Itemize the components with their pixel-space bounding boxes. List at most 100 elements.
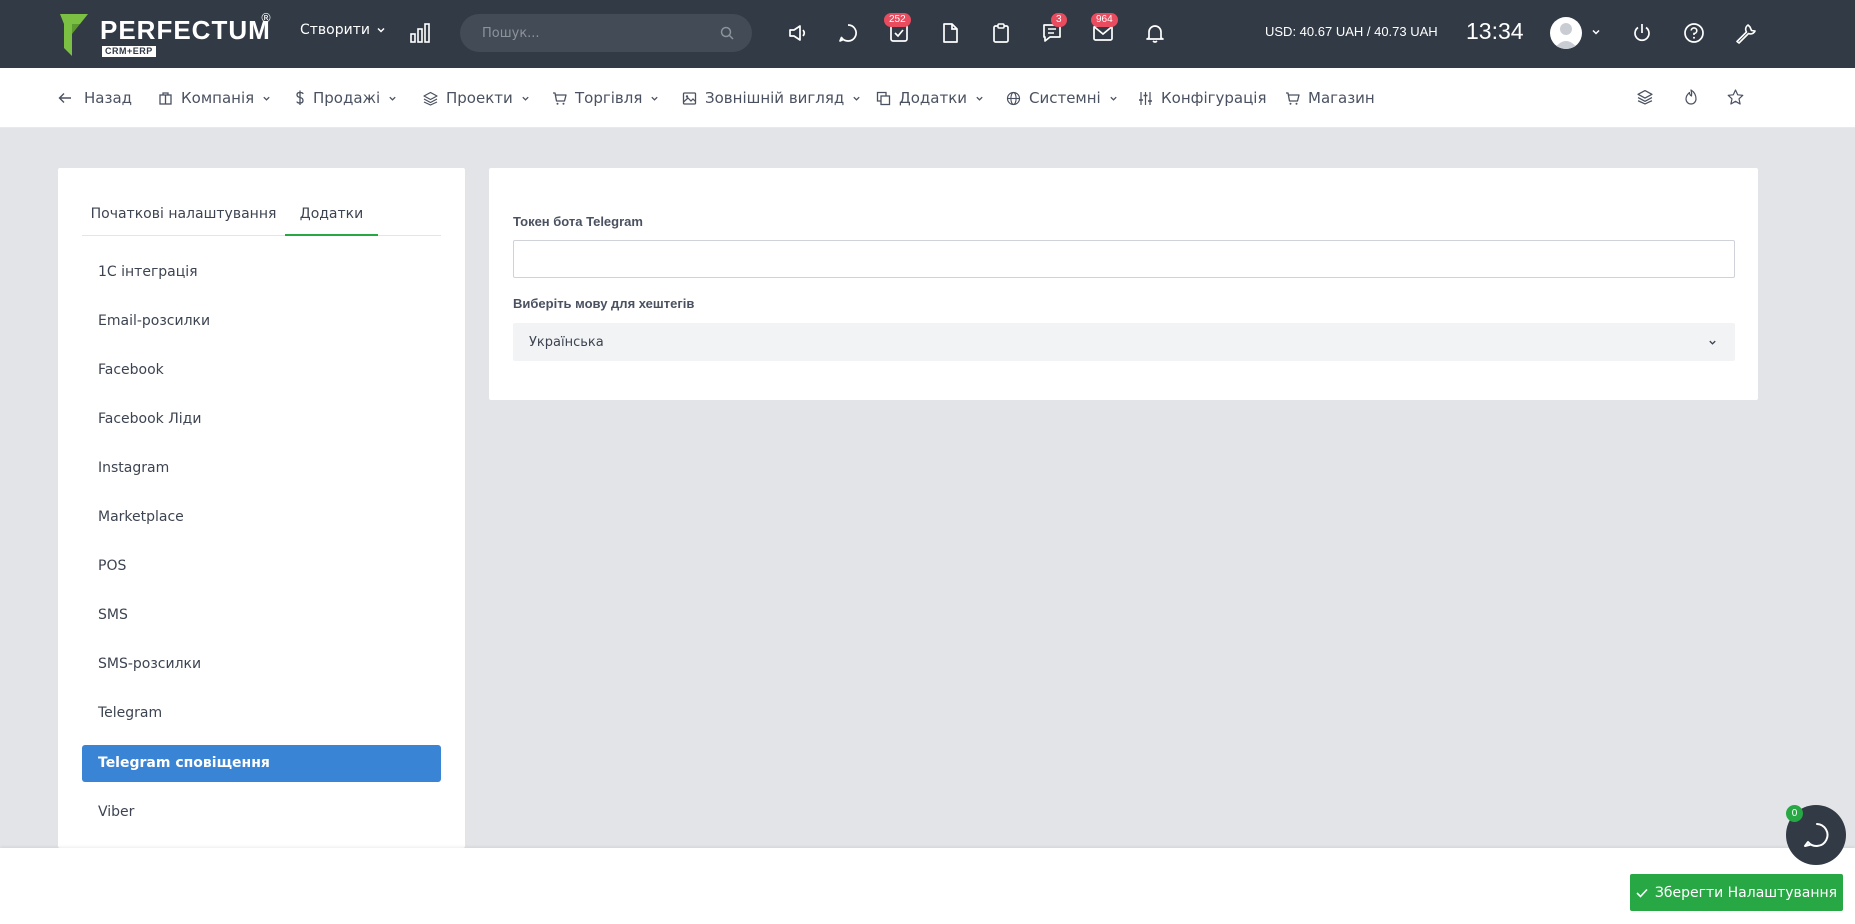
nav-trade-label: Торгівля xyxy=(575,89,643,107)
nav-sales[interactable]: Продажі xyxy=(295,89,397,107)
star-icon[interactable] xyxy=(1727,89,1744,105)
brand-name: PERFECTUM xyxy=(100,15,271,45)
bell-icon[interactable] xyxy=(1144,22,1166,44)
save-settings-label: Зберегти Налаштування xyxy=(1654,884,1838,901)
nav-company-label: Компанія xyxy=(181,89,255,107)
globe-icon xyxy=(1006,91,1021,105)
chevron-down-icon xyxy=(377,27,385,33)
nav-appearance-label: Зовнішній вигляд xyxy=(705,89,845,107)
sidebar-item-instagram[interactable]: Instagram xyxy=(82,450,441,487)
arrow-left-icon xyxy=(58,93,71,103)
token-label: Токен бота Telegram xyxy=(513,214,643,229)
sidebar-item-sms[interactable]: SMS xyxy=(82,597,441,634)
currency-rate: USD: 40.67 UAH / 40.73 UAH xyxy=(1265,24,1438,39)
nav-projects[interactable]: Проекти xyxy=(423,89,530,107)
telegram-settings-card: Токен бота Telegram Виберіть мову для хе… xyxy=(489,168,1758,400)
settings-tabs: Початкові налаштування Додатки xyxy=(82,192,441,236)
layers-icon xyxy=(423,91,438,106)
dollar-icon xyxy=(296,90,304,105)
mail-button[interactable]: 964 xyxy=(1091,13,1118,44)
avatar[interactable] xyxy=(1550,17,1582,49)
search-box xyxy=(460,14,752,52)
settings-sidebar-card: Початкові налаштування Додатки 1С інтегр… xyxy=(58,168,465,848)
token-input[interactable] xyxy=(513,240,1735,278)
nav-config-label: Конфігурація xyxy=(1161,89,1267,107)
sidebar-item-marketplace[interactable]: Marketplace xyxy=(82,499,441,536)
nav-config[interactable]: Конфігурація xyxy=(1138,89,1267,107)
sidebar-item-1c[interactable]: 1С інтеграція xyxy=(82,254,441,291)
sidebar-item-facebook[interactable]: Facebook xyxy=(82,352,441,389)
help-icon[interactable] xyxy=(1683,22,1705,44)
tasks-badge: 252 xyxy=(884,13,911,27)
sidebar-item-telegram-notifications[interactable]: Telegram сповіщення xyxy=(82,745,441,782)
mail-badge: 964 xyxy=(1091,13,1118,27)
sidebar-item-facebook-leads[interactable]: Facebook Ліди xyxy=(82,401,441,438)
stats-icon[interactable] xyxy=(410,23,432,43)
nav-back[interactable]: Назад xyxy=(58,89,132,107)
tasks-button[interactable]: 252 xyxy=(884,13,911,44)
nav-sales-label: Продажі xyxy=(313,89,381,107)
building-icon xyxy=(159,91,172,105)
language-select-value: Українська xyxy=(529,334,604,350)
user-icon xyxy=(1554,23,1578,49)
chat-icon[interactable] xyxy=(837,22,859,44)
nav-system-label: Системні xyxy=(1029,89,1101,107)
brand-subtitle: CRM+ERP xyxy=(102,46,156,57)
cart-icon xyxy=(553,91,567,105)
copy-icon xyxy=(876,91,891,105)
create-label: Створити xyxy=(300,22,370,38)
sidebar-item-sms-campaigns[interactable]: SMS-розсилки xyxy=(82,646,441,683)
sidebar-item-email-campaigns[interactable]: Email-розсилки xyxy=(82,303,441,340)
nav-appearance[interactable]: Зовнішній вигляд xyxy=(682,89,861,107)
chevron-down-icon xyxy=(389,96,396,101)
nav-system[interactable]: Системні xyxy=(1006,89,1118,107)
chevron-down-icon[interactable] xyxy=(1591,27,1601,37)
nav-shop[interactable]: Магазин xyxy=(1285,89,1375,107)
layers-icon[interactable] xyxy=(1637,89,1653,105)
perfectum-logo-icon xyxy=(60,14,88,56)
create-button[interactable]: Створити xyxy=(300,22,386,38)
tab-initial-settings[interactable]: Початкові налаштування xyxy=(82,192,285,236)
messages-button[interactable]: 3 xyxy=(1041,13,1067,44)
power-icon[interactable] xyxy=(1631,22,1653,44)
nav-bar: Назад Компанія Продажі Проекти Торгівля … xyxy=(0,68,1855,128)
wrench-icon[interactable] xyxy=(1734,22,1756,44)
tab-addons[interactable]: Додатки xyxy=(285,192,378,236)
language-label: Виберіть мову для хештегів xyxy=(513,296,695,311)
chevron-down-icon xyxy=(522,96,529,101)
nav-projects-label: Проекти xyxy=(446,89,513,107)
chevron-down-icon xyxy=(651,96,659,101)
check-icon xyxy=(1636,888,1648,898)
chevron-down-icon xyxy=(1110,96,1117,101)
megaphone-icon[interactable] xyxy=(787,22,809,44)
clipboard-icon[interactable] xyxy=(990,22,1012,44)
messages-badge: 3 xyxy=(1051,13,1067,27)
chevron-down-icon xyxy=(976,96,983,101)
brand-registered: ® xyxy=(260,11,272,25)
image-icon xyxy=(682,91,697,105)
nav-shop-label: Магазин xyxy=(1308,89,1375,107)
top-bar: PERFECTUM ® CRM+ERP Створити 252 xyxy=(0,0,1855,68)
sidebar-item-telegram[interactable]: Telegram xyxy=(82,695,441,732)
perfectum-logo[interactable]: PERFECTUM ® CRM+ERP xyxy=(58,11,273,57)
language-select[interactable]: Українська xyxy=(513,323,1735,361)
bottom-action-bar: Зберегти Налаштування xyxy=(0,848,1855,924)
nav-addons[interactable]: Додатки xyxy=(876,89,984,107)
cart-icon xyxy=(1286,91,1300,105)
flame-icon[interactable] xyxy=(1683,89,1699,105)
nav-trade[interactable]: Торгівля xyxy=(552,89,659,107)
sidebar-item-viber[interactable]: Viber xyxy=(82,794,441,831)
nav-company[interactable]: Компанія xyxy=(158,89,271,107)
file-icon[interactable] xyxy=(939,22,961,44)
chat-badge: 0 xyxy=(1786,805,1803,822)
search-input[interactable] xyxy=(482,25,720,41)
sliders-icon xyxy=(1139,91,1152,105)
nav-addons-label: Додатки xyxy=(899,89,968,107)
chevron-down-icon xyxy=(263,96,270,101)
search-icon[interactable] xyxy=(720,26,734,40)
chevron-down-icon xyxy=(853,96,860,101)
nav-back-label: Назад xyxy=(84,89,133,107)
sidebar-item-pos[interactable]: POS xyxy=(82,548,441,585)
chat-bubble-icon xyxy=(1804,823,1829,847)
save-settings-button[interactable]: Зберегти Налаштування xyxy=(1630,874,1843,911)
